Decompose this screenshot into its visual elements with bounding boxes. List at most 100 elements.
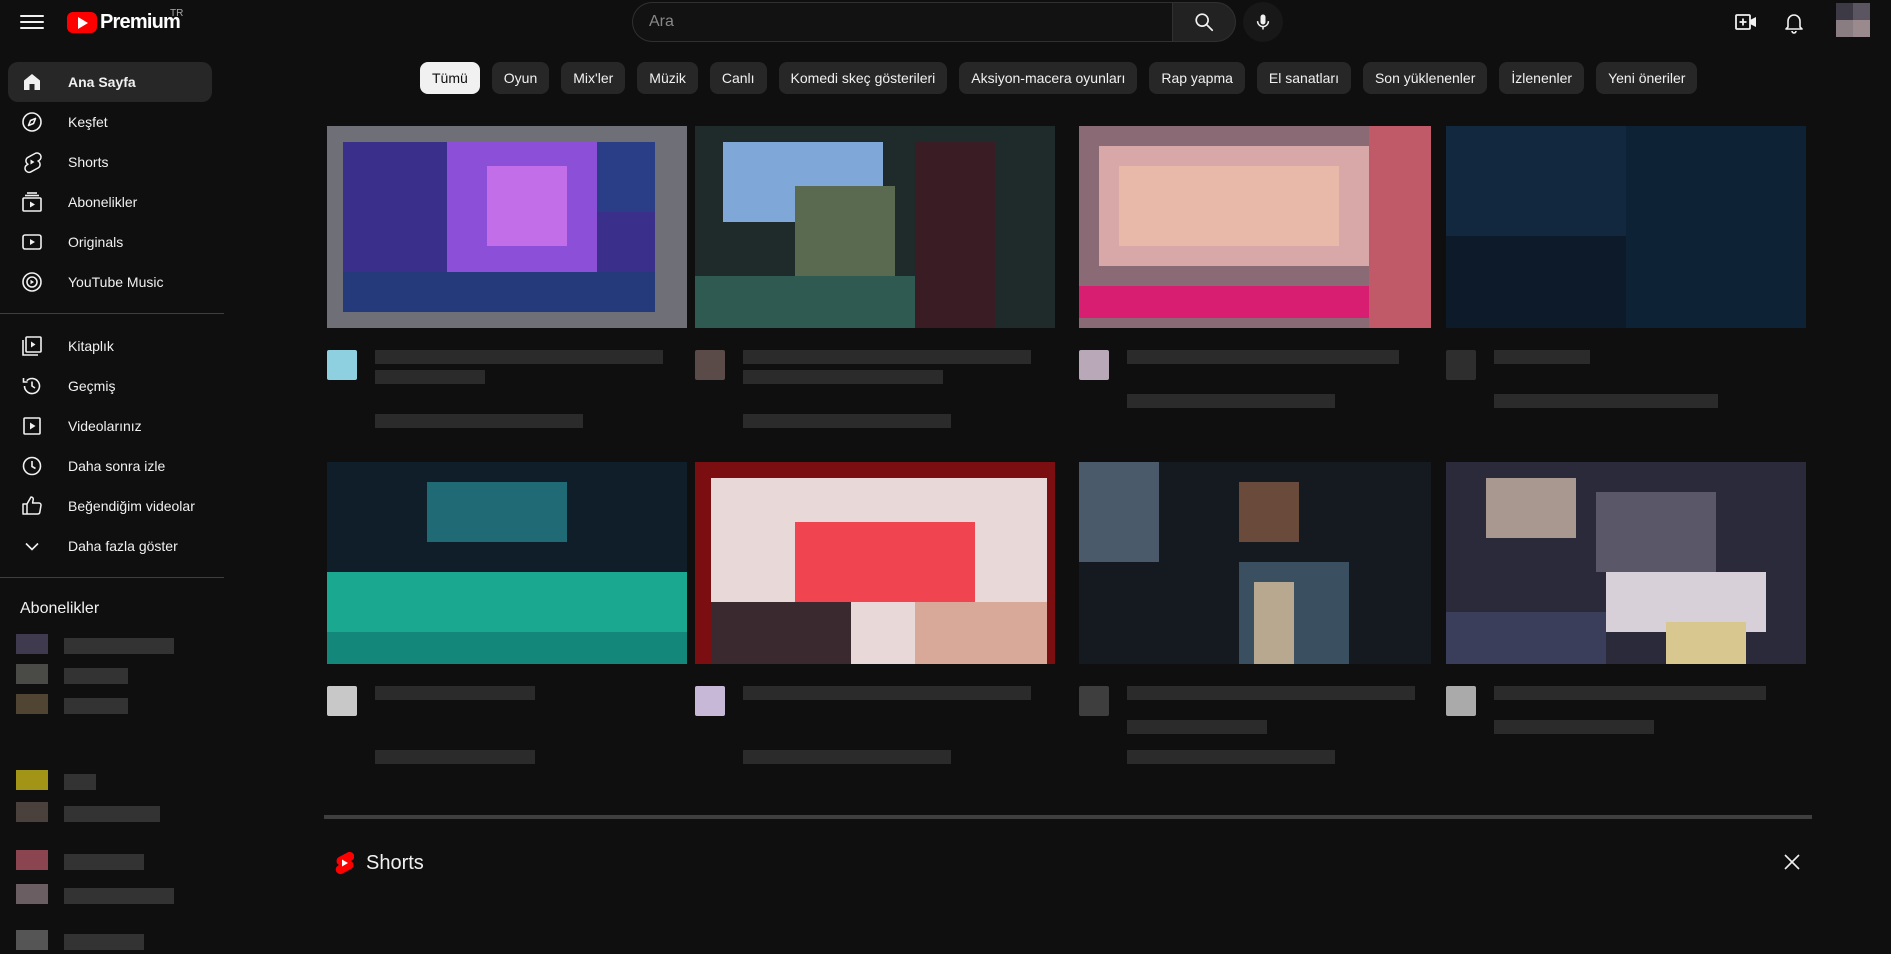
channel-avatar[interactable] bbox=[327, 350, 357, 380]
channel-avatar[interactable] bbox=[1079, 350, 1109, 380]
notifications-button[interactable] bbox=[1781, 9, 1807, 35]
sidebar-item-your-videos[interactable]: Videolarınız bbox=[8, 406, 212, 446]
chip-mixes[interactable]: Mix'ler bbox=[561, 62, 626, 94]
chip-recently-uploaded[interactable]: Son yüklenenler bbox=[1362, 62, 1488, 94]
sidebar-item-label: Geçmiş bbox=[68, 378, 116, 394]
video-thumbnail[interactable] bbox=[327, 462, 687, 664]
video-thumbnail[interactable] bbox=[1446, 126, 1806, 328]
channel-avatar bbox=[16, 770, 48, 790]
sidebar-item-youtube-music[interactable]: YouTube Music bbox=[8, 262, 212, 302]
chip-crafts[interactable]: El sanatları bbox=[1256, 62, 1351, 94]
shorts-divider bbox=[324, 815, 1812, 819]
menu-icon[interactable] bbox=[20, 11, 44, 35]
video-meta-placeholder bbox=[375, 750, 535, 764]
sidebar-item-shorts[interactable]: Shorts bbox=[8, 142, 212, 182]
subscription-channel[interactable] bbox=[16, 882, 212, 908]
sidebar-item-library[interactable]: Kitaplık bbox=[8, 326, 212, 366]
channel-name-placeholder bbox=[64, 806, 160, 822]
video-title-placeholder bbox=[743, 350, 1031, 364]
video-title-placeholder bbox=[1127, 686, 1415, 700]
search-input[interactable] bbox=[632, 2, 1172, 42]
sidebar-item-label: Keşfet bbox=[68, 114, 108, 130]
chip-action-adventure-games[interactable]: Aksiyon-macera oyunları bbox=[959, 62, 1138, 94]
sidebar-divider bbox=[0, 313, 224, 314]
channel-avatar bbox=[16, 664, 48, 684]
youtube-play-icon bbox=[67, 11, 97, 33]
youtube-premium-logo[interactable]: Premium TR bbox=[67, 8, 183, 34]
channel-avatar bbox=[16, 694, 48, 714]
video-title-placeholder bbox=[1127, 350, 1399, 364]
channel-name-placeholder bbox=[64, 774, 96, 790]
sidebar-item-label: Abonelikler bbox=[68, 194, 138, 210]
channel-avatar[interactable] bbox=[1446, 686, 1476, 716]
channel-avatar bbox=[16, 850, 48, 870]
subscription-channel[interactable] bbox=[16, 692, 212, 718]
video-meta-placeholder bbox=[743, 414, 951, 428]
chip-sketch-comedy[interactable]: Komedi skeç gösterileri bbox=[778, 62, 948, 94]
subscription-channel[interactable] bbox=[16, 662, 212, 688]
close-icon bbox=[1784, 854, 1800, 870]
channel-avatar bbox=[16, 884, 48, 904]
thumbnail-image bbox=[695, 126, 1055, 328]
sidebar-item-label: YouTube Music bbox=[68, 274, 164, 290]
chip-music[interactable]: Müzik bbox=[637, 62, 698, 94]
chip-rap[interactable]: Rap yapma bbox=[1149, 62, 1245, 94]
sidebar-divider bbox=[0, 577, 224, 578]
channel-avatar[interactable] bbox=[1079, 686, 1109, 716]
sidebar-item-subscriptions[interactable]: Abonelikler bbox=[8, 182, 212, 222]
sidebar-item-originals[interactable]: Originals bbox=[8, 222, 212, 262]
video-title-placeholder bbox=[375, 350, 663, 364]
history-icon bbox=[22, 377, 41, 395]
video-thumbnail[interactable] bbox=[327, 126, 687, 328]
video-title-placeholder bbox=[743, 686, 1031, 700]
video-thumbnail[interactable] bbox=[1446, 462, 1806, 664]
subscription-channel[interactable] bbox=[16, 768, 212, 794]
music-icon bbox=[22, 272, 42, 292]
subscription-channel[interactable] bbox=[16, 848, 212, 874]
channel-name-placeholder bbox=[64, 638, 174, 654]
masthead: Premium TR bbox=[0, 0, 1891, 44]
create-video-button[interactable] bbox=[1733, 9, 1759, 35]
video-title-placeholder bbox=[743, 370, 943, 384]
sidebar-item-label: Daha fazla göster bbox=[68, 538, 178, 554]
channel-avatar[interactable] bbox=[1446, 350, 1476, 380]
sidebar-item-label: Videolarınız bbox=[68, 418, 142, 434]
chip-all[interactable]: Tümü bbox=[420, 62, 480, 94]
search-button[interactable] bbox=[1172, 2, 1236, 42]
chip-gaming[interactable]: Oyun bbox=[491, 62, 550, 94]
chip-watched[interactable]: İzlenenler bbox=[1499, 62, 1585, 94]
chip-live[interactable]: Canlı bbox=[709, 62, 767, 94]
sidebar-item-explore[interactable]: Keşfet bbox=[8, 102, 212, 142]
video-meta-placeholder bbox=[375, 414, 583, 428]
video-thumbnail[interactable] bbox=[1079, 462, 1439, 664]
channel-avatar[interactable] bbox=[327, 686, 357, 716]
video-thumbnail[interactable] bbox=[695, 462, 1055, 664]
channel-name-placeholder bbox=[64, 668, 128, 684]
account-avatar[interactable] bbox=[1836, 3, 1870, 37]
video-title-placeholder bbox=[1127, 720, 1267, 734]
thumbnail-image bbox=[1446, 126, 1806, 328]
channel-avatar bbox=[16, 930, 48, 950]
sidebar-item-label: Ana Sayfa bbox=[68, 74, 136, 90]
subscription-channel[interactable] bbox=[16, 632, 212, 658]
watch-later-icon bbox=[22, 456, 42, 476]
sidebar-item-liked-videos[interactable]: Beğendiğim videolar bbox=[8, 486, 212, 526]
close-shorts-button[interactable] bbox=[1780, 850, 1804, 874]
chip-new-to-you[interactable]: Yeni öneriler bbox=[1596, 62, 1698, 94]
sidebar-item-show-more[interactable]: Daha fazla göster bbox=[8, 526, 212, 566]
sidebar-item-history[interactable]: Geçmiş bbox=[8, 366, 212, 406]
channel-avatar[interactable] bbox=[695, 350, 725, 380]
subscription-channel[interactable] bbox=[16, 800, 212, 826]
chevron-down-icon bbox=[25, 542, 39, 551]
subscription-channel[interactable] bbox=[16, 928, 212, 954]
video-thumbnail[interactable] bbox=[695, 126, 1055, 328]
channel-avatar[interactable] bbox=[695, 686, 725, 716]
shorts-shelf-header: Shorts bbox=[334, 850, 424, 876]
shorts-logo-icon bbox=[335, 851, 354, 875]
channel-name-placeholder bbox=[64, 934, 144, 950]
sidebar-item-watch-later[interactable]: Daha sonra izle bbox=[8, 446, 212, 486]
voice-search-button[interactable] bbox=[1243, 2, 1283, 42]
sidebar-item-home[interactable]: Ana Sayfa bbox=[8, 62, 212, 102]
shorts-icon bbox=[24, 152, 42, 174]
video-thumbnail[interactable] bbox=[1079, 126, 1439, 328]
